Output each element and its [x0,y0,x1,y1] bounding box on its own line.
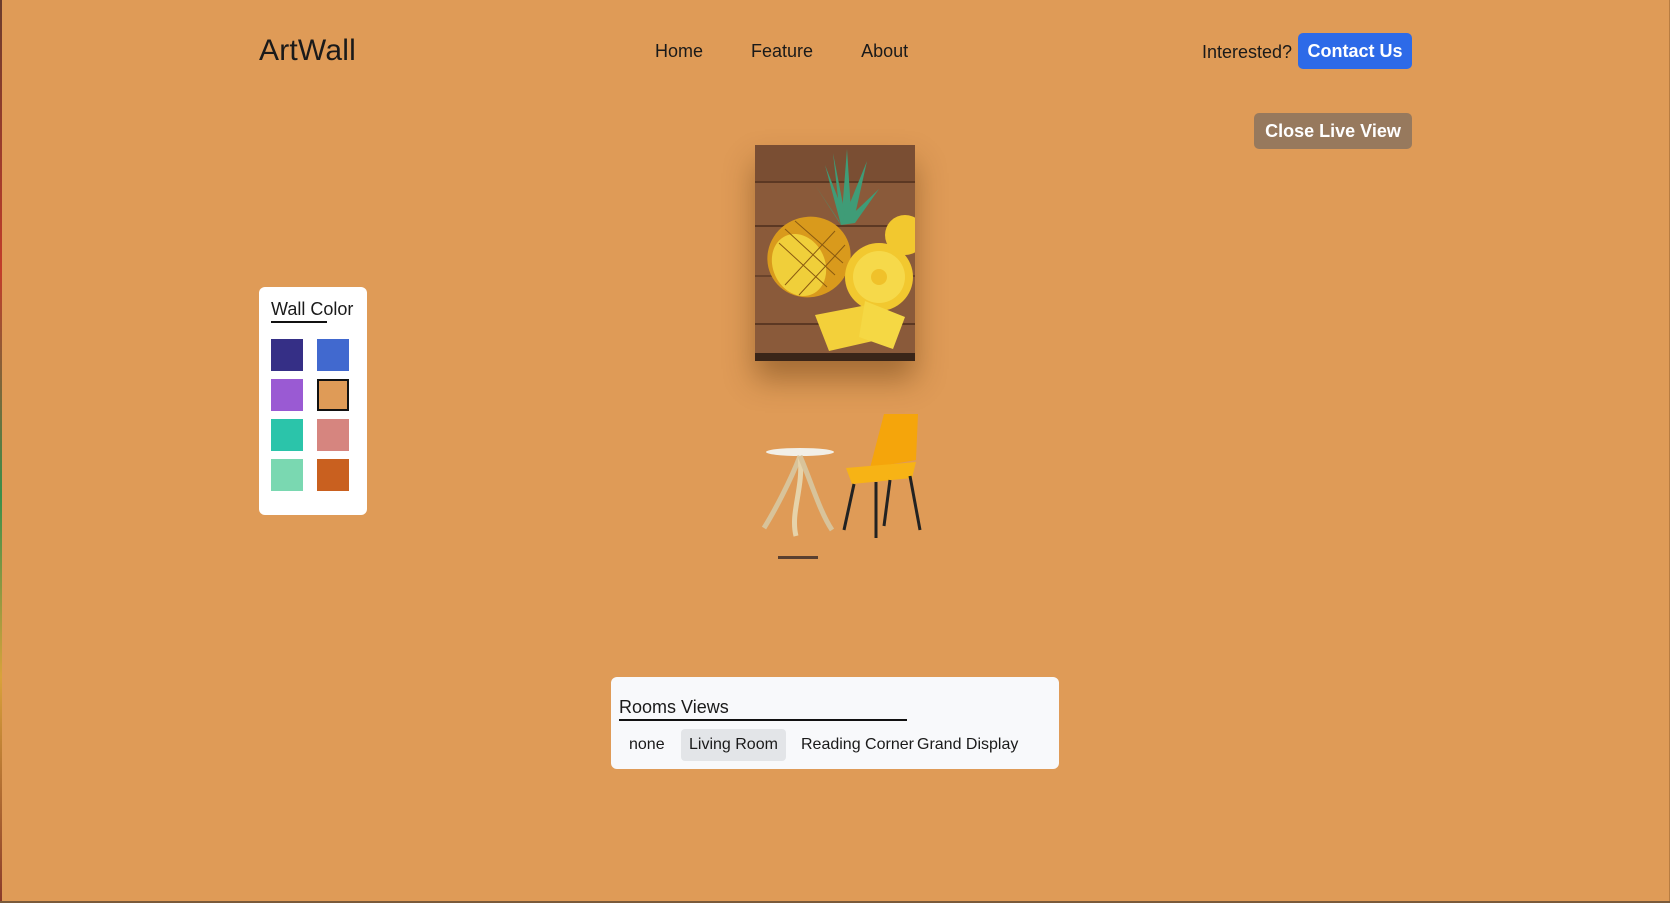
rooms-views-underline [619,719,907,721]
nav-home[interactable]: Home [655,41,703,62]
wall-color-panel: Wall Color [259,287,367,515]
room-tab-reading-corner[interactable]: Reading Corner [793,729,922,761]
table-and-chair-image [761,414,922,559]
swatch-mint[interactable] [271,459,303,491]
close-live-view-button[interactable]: Close Live View [1254,113,1412,149]
rooms-views-panel: Rooms Views none Living Room Reading Cor… [611,677,1059,769]
swatch-navy[interactable] [271,339,303,371]
pineapple-artwork[interactable] [755,145,915,361]
main-nav: Home Feature About [655,41,908,62]
swatch-purple[interactable] [271,379,303,411]
swatch-blue[interactable] [317,339,349,371]
swatch-rust[interactable] [317,459,349,491]
room-tab-grand-display[interactable]: Grand Display [909,729,1026,761]
swatch-orange[interactable] [317,379,349,411]
contact-us-button[interactable]: Contact Us [1298,33,1412,69]
logo[interactable]: ArtWall [259,34,356,68]
wall-color-title: Wall Color [271,299,354,319]
nav-about[interactable]: About [861,41,908,62]
room-tab-living-room[interactable]: Living Room [681,729,786,761]
interested-label: Interested? [1202,42,1293,62]
pineapple-artwork-image [755,145,915,361]
wall-color-underline [271,321,327,323]
swatch-rose[interactable] [317,419,349,451]
nav-feature[interactable]: Feature [751,41,813,62]
table-and-chair [760,412,940,582]
room-tab-none[interactable]: none [621,729,673,761]
rooms-views-title: Rooms Views [619,697,729,717]
window-left-edge [0,0,2,903]
swatch-teal[interactable] [271,419,303,451]
